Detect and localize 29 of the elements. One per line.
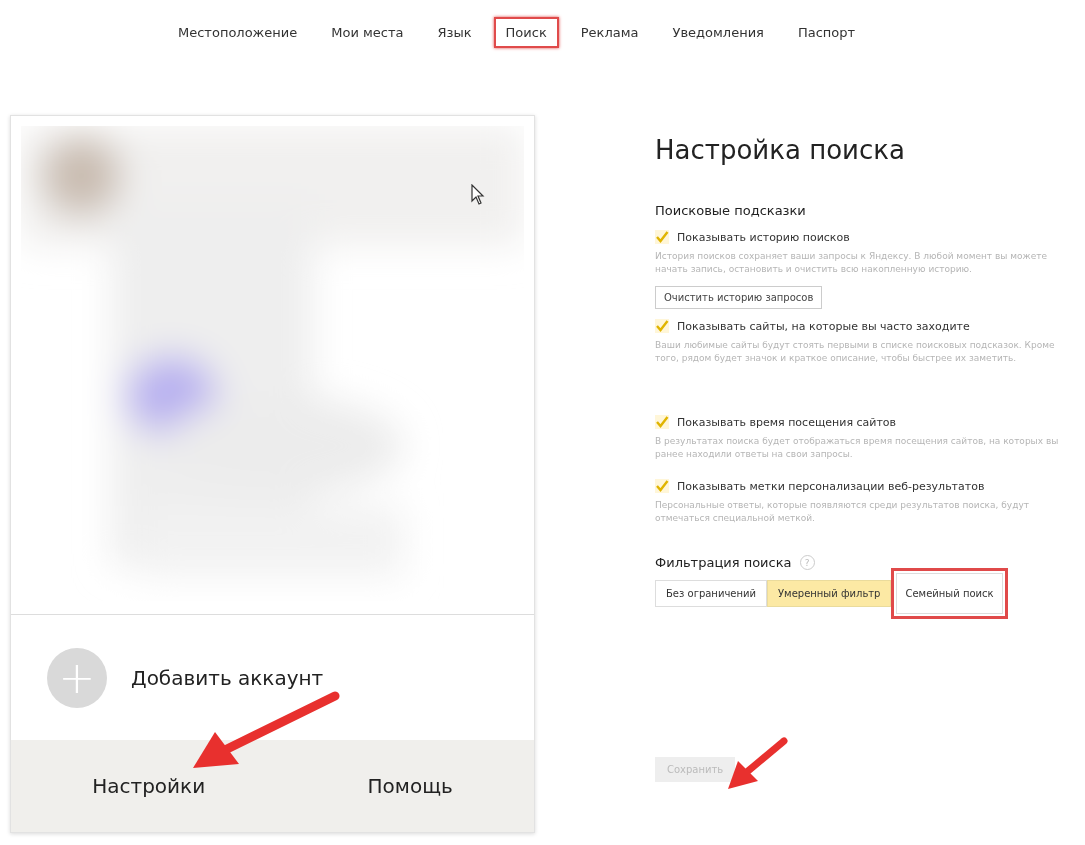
section-heading: Фильтрация поиска bbox=[655, 555, 792, 571]
cursor-icon bbox=[471, 184, 485, 206]
clear-history-button[interactable]: Очистить историю запросов bbox=[655, 286, 823, 310]
add-account-link[interactable]: Добавить аккаунт bbox=[131, 665, 324, 690]
checkbox-option[interactable]: Показывать время посещения сайтов bbox=[655, 415, 897, 430]
option-description: Ваши любимые сайты будут стоять первыми в списке поисковых подсказок. Кроме того, рядом будет значок и краткое описание, чтобы быстрее их заметить. bbox=[655, 339, 1056, 366]
filter-option[interactable]: Умеренный фильтр bbox=[767, 580, 892, 608]
nav-tab[interactable]: Паспорт bbox=[785, 16, 868, 48]
nav-tab[interactable]: Мои места bbox=[319, 16, 416, 48]
nav-tab[interactable]: Уведомления bbox=[660, 16, 776, 48]
footer-link[interactable]: Настройки bbox=[92, 774, 206, 798]
page-title: Настройка поиска bbox=[655, 135, 906, 165]
checkbox[interactable] bbox=[655, 415, 669, 430]
section-heading: Поисковые подсказки bbox=[655, 203, 807, 218]
option-description: История поисков сохраняет ваши запросы к Яндексу. В любой момент вы можете начать запись, остановить и очистить всю накопленную историю. bbox=[655, 250, 1048, 277]
checkbox[interactable] bbox=[655, 319, 669, 334]
footer-link[interactable]: Помощь bbox=[367, 774, 453, 798]
nav-tab[interactable]: Язык bbox=[425, 16, 484, 48]
filter-option[interactable]: Без ограничений bbox=[655, 580, 767, 608]
nav-tab[interactable]: Поиск bbox=[493, 16, 559, 48]
checkbox[interactable] bbox=[655, 230, 669, 244]
option-description: Персональные ответы, которые появляются среди результатов поиска, будут отмечаться специальной меткой. bbox=[655, 499, 1030, 526]
checkbox-option[interactable]: Показывать сайты, на которые вы часто заходите bbox=[655, 319, 970, 334]
checkbox[interactable] bbox=[655, 479, 669, 494]
nav-tab[interactable]: Местоположение bbox=[166, 16, 310, 48]
checkbox-option[interactable]: Показывать историю поисков bbox=[655, 230, 850, 244]
nav-tab[interactable]: Реклама bbox=[568, 16, 651, 48]
option-description: В результатах поиска будет отображаться время посещения сайтов, на которых вы ранее находили ответы на свои запросы. bbox=[655, 435, 1060, 462]
checkbox-option[interactable]: Показывать метки персонализации веб-результатов bbox=[655, 479, 985, 494]
